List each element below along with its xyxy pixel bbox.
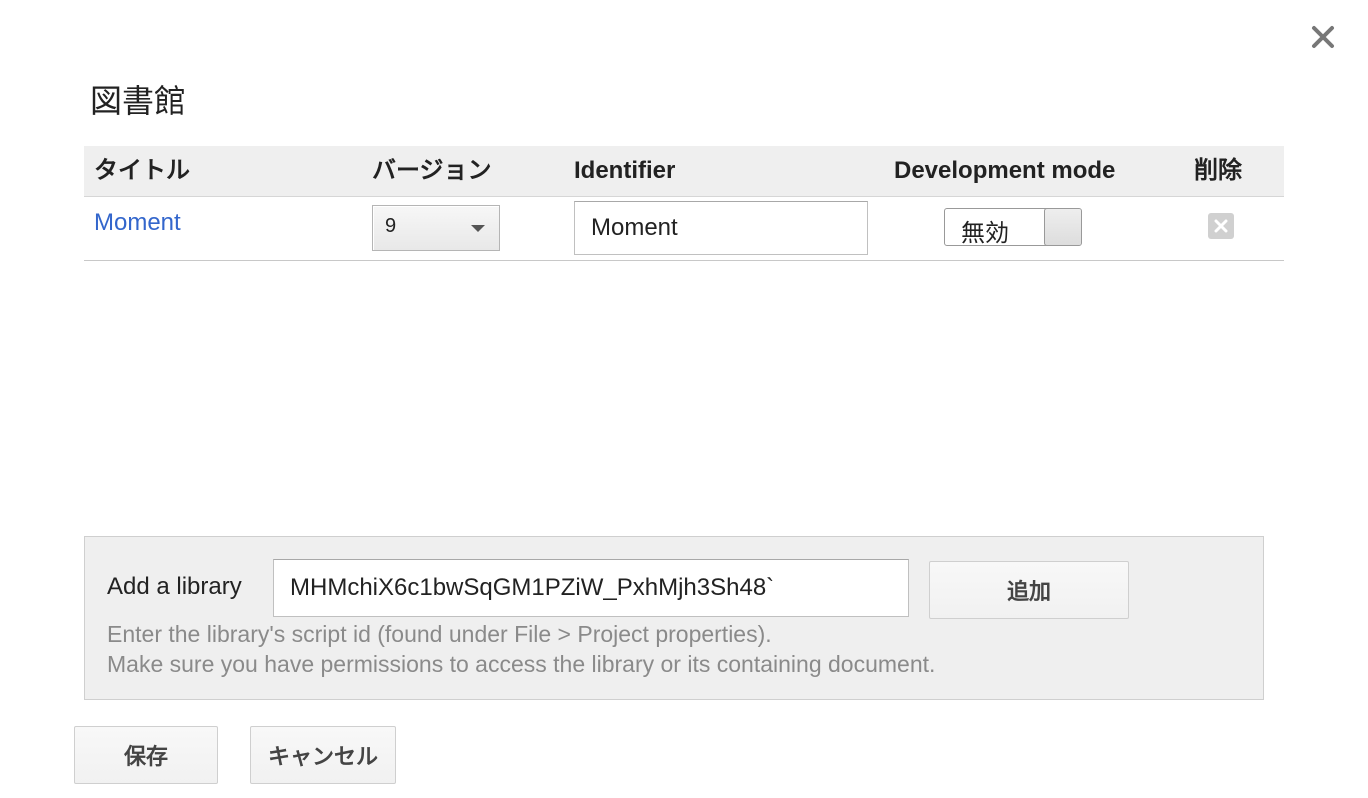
development-mode-toggle[interactable]: 無効 [944,208,1082,246]
add-button[interactable]: 追加 [929,561,1129,619]
delete-x-icon[interactable] [1208,213,1234,239]
library-title-link[interactable]: Moment [94,209,181,237]
column-header-version: バージョン [372,157,492,184]
help-text-line-2: Make sure you have permissions to access… [107,651,936,677]
cancel-button[interactable]: キャンセル [250,726,396,784]
version-select[interactable]: 9 [372,205,500,251]
column-header-identifier: Identifier [574,157,676,184]
save-button[interactable]: 保存 [74,726,218,784]
libraries-table-header: タイトル バージョン Identifier Development mode 削… [84,146,1284,197]
table-row: Moment 9 無効 [84,197,1284,261]
help-text-line-1: Enter the library's script id (found und… [107,621,772,647]
dialog-title: 図書館 [90,83,187,119]
toggle-knob [1044,209,1081,245]
identifier-input[interactable] [574,201,868,255]
chevron-down-icon [471,225,485,232]
version-select-value: 9 [385,215,397,237]
add-library-panel: Add a library 追加 Enter the library's scr… [84,536,1264,700]
close-icon[interactable] [1306,20,1340,54]
column-header-delete: 削除 [1194,157,1242,184]
development-mode-toggle-label: 無効 [961,220,1009,246]
script-id-input[interactable] [273,559,909,617]
column-header-development-mode: Development mode [894,157,1116,184]
add-library-label: Add a library [107,573,242,600]
column-header-title: タイトル [94,157,190,184]
